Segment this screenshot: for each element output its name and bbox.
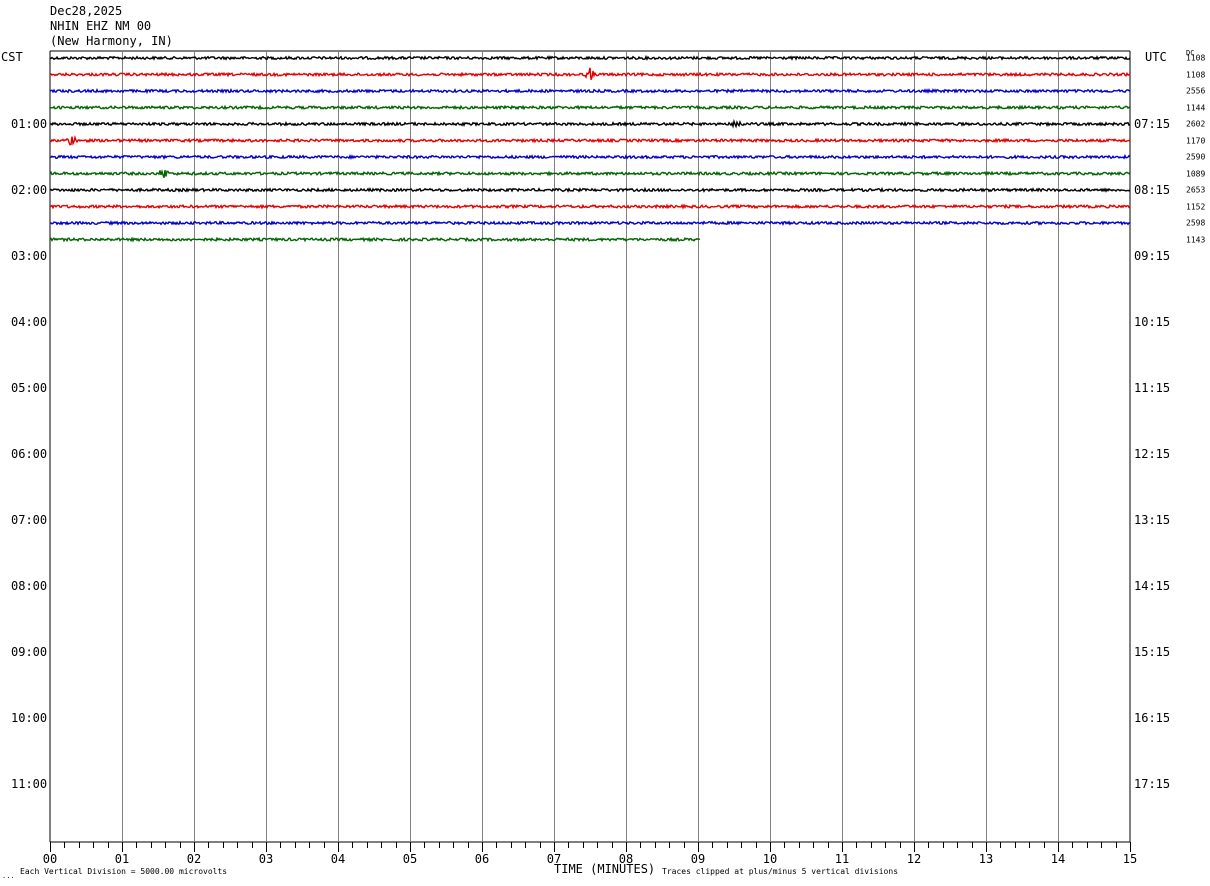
seismic-trace [49, 153, 1131, 160]
utc-hour-label: 13:15 [1134, 513, 1171, 527]
x-tick-label: 00 [42, 852, 58, 866]
x-tick-label: 01 [114, 852, 130, 866]
seismic-trace [49, 118, 1131, 129]
local-hour-label: 10:00 [11, 711, 48, 725]
utc-hour-label: 10:15 [1134, 315, 1171, 329]
seismic-trace [49, 104, 1131, 111]
dc-offset-value: 1143 [1186, 235, 1206, 244]
x-tick-label: 13 [978, 852, 994, 866]
dc-offset-value: 2556 [1186, 86, 1206, 96]
x-tick-label: 14 [1050, 852, 1066, 866]
x-tick-label: 04 [330, 852, 346, 866]
dc-offset-value: 2598 [1186, 218, 1206, 228]
local-hour-label: 09:00 [11, 645, 48, 659]
dc-offset-value: 1108 [1186, 70, 1206, 79]
seismic-trace [49, 87, 1131, 95]
dc-offset-value: 2653 [1186, 185, 1206, 195]
x-tick-label: 15 [1122, 852, 1138, 866]
utc-hour-label: 16:15 [1134, 711, 1171, 725]
x-tick-label: 02 [186, 852, 202, 866]
x-tick-label: 11 [834, 852, 850, 866]
x-tick-label: 10 [762, 852, 778, 866]
x-tick-label: 03 [258, 852, 274, 866]
local-hour-label: 07:00 [11, 513, 48, 527]
utc-hour-label: 15:15 [1134, 645, 1171, 659]
seismic-trace [49, 134, 1131, 146]
scale-note: Each Vertical Division = 5000.00 microvo… [20, 867, 228, 876]
seismic-trace [49, 236, 701, 243]
utc-hour-label: 09:15 [1134, 249, 1171, 263]
dc-offset-value: 1089 [1186, 169, 1206, 178]
clip-note: Traces clipped at plus/minus 5 vertical … [662, 867, 899, 876]
corner-mark: ... [2, 872, 15, 880]
seismic-trace [50, 219, 1131, 227]
utc-hour-label: 08:15 [1134, 183, 1171, 197]
seismogram-plot [49, 50, 1131, 852]
local-hour-label: 03:00 [11, 249, 48, 263]
utc-hour-label: 12:15 [1134, 447, 1171, 461]
local-hour-label: 02:00 [11, 183, 48, 197]
x-tick-label: 06 [474, 852, 490, 866]
seismic-trace [49, 67, 1131, 80]
seismic-trace [49, 186, 1131, 193]
dc-offset-value: 2602 [1186, 119, 1206, 129]
seismic-trace [49, 168, 1131, 179]
dc-offset-value: 1144 [1186, 103, 1206, 112]
local-hour-label: 06:00 [11, 447, 48, 461]
local-hour-label: 08:00 [11, 579, 48, 593]
utc-hour-label: 11:15 [1134, 381, 1171, 395]
utc-hour-label: 14:15 [1134, 579, 1171, 593]
x-tick-label: 05 [402, 852, 418, 866]
dc-offset-value: 2590 [1186, 152, 1206, 162]
seismic-trace [49, 54, 1131, 61]
x-axis-label: TIME (MINUTES) [554, 862, 656, 876]
x-tick-label: 12 [906, 852, 922, 866]
dc-offset-value: 1108 [1186, 53, 1206, 63]
local-hour-label: 11:00 [11, 777, 48, 791]
x-tick-label: 09 [690, 852, 706, 866]
local-hour-label: 04:00 [11, 315, 48, 329]
dc-offset-value: 1170 [1186, 136, 1206, 145]
utc-hour-label: 07:15 [1134, 117, 1171, 131]
seismic-trace [49, 203, 1131, 210]
utc-hour-label: 17:15 [1134, 777, 1171, 791]
dc-offset-value: 1152 [1186, 202, 1206, 211]
local-hour-label: 05:00 [11, 381, 48, 395]
local-hour-label: 01:00 [11, 117, 48, 131]
